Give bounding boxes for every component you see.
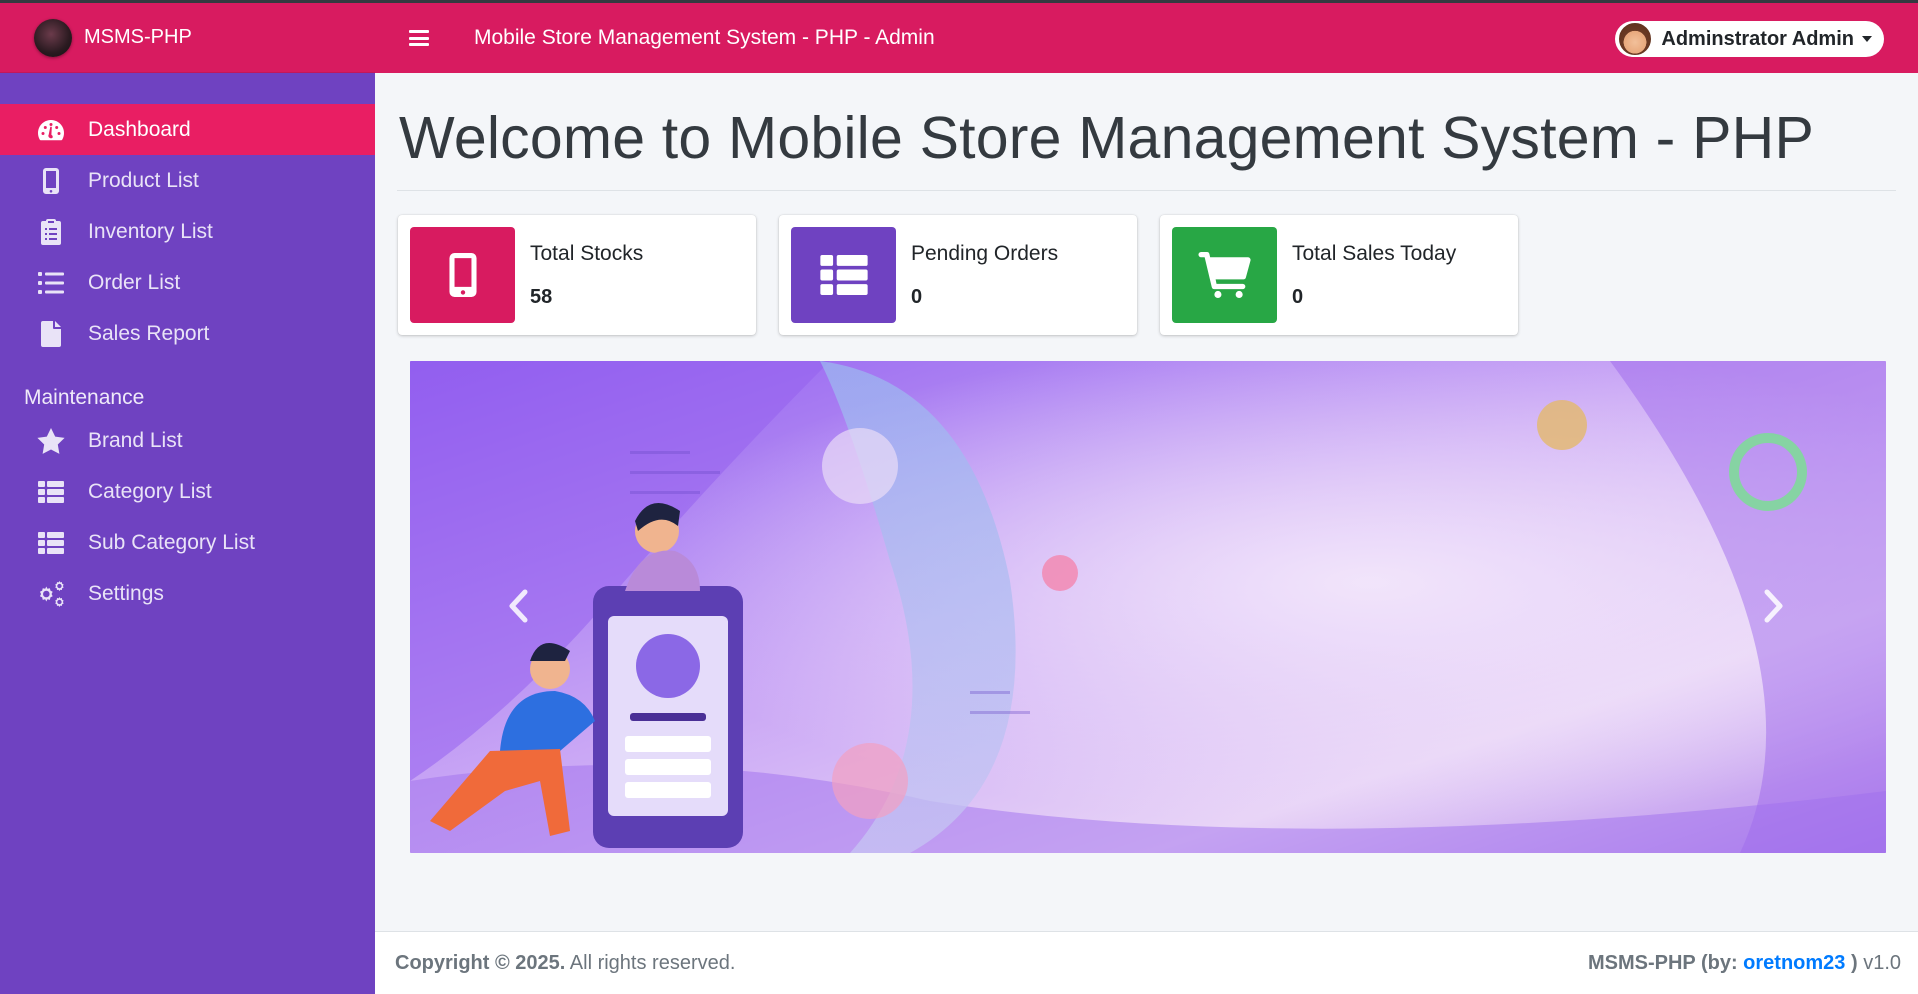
mobile-icon [36, 166, 66, 196]
info-box-value: 58 [530, 285, 553, 308]
sidebar-item-brand-list[interactable]: Brand List [0, 415, 375, 466]
th-list-icon [36, 528, 66, 558]
chevron-down-icon [1862, 36, 1872, 42]
sidebar-item-label: Sub Category List [88, 530, 255, 554]
sidebar-item-label: Brand List [88, 428, 183, 452]
sidebar-item-label: Sales Report [88, 321, 210, 345]
info-box-value: 0 [911, 285, 923, 308]
sidebar-item-label: Dashboard [88, 117, 191, 141]
sidebar-item-sales-report[interactable]: Sales Report [0, 308, 375, 359]
sidebar-item-category-list[interactable]: Category List [0, 466, 375, 517]
main-content: Welcome to Mobile Store Management Syste… [375, 73, 1918, 853]
user-avatar [1617, 21, 1654, 57]
user-menu-button[interactable]: Adminstrator Admin [1615, 21, 1884, 57]
copyright-text: Copyright © 2025. All rights reserved. [395, 952, 735, 975]
sidebar-item-label: Order List [88, 270, 181, 294]
carousel-next-button[interactable] [1754, 581, 1794, 631]
info-box-row: Total Stocks 58 Pending Orders 0 Total S… [398, 215, 1918, 335]
page-title: Welcome to Mobile Store Management Syste… [399, 105, 1815, 171]
chevron-right-icon [1764, 589, 1783, 623]
mobile-icon [410, 227, 515, 323]
sidebar-section-header: Maintenance [24, 386, 145, 409]
info-box-value: 0 [1292, 285, 1304, 308]
banner-carousel [410, 361, 1886, 853]
list-icon [36, 268, 66, 298]
author-link[interactable]: oretnom23 [1743, 952, 1845, 974]
brand-link[interactable]: MSMS-PHP [0, 3, 375, 73]
sidebar-item-order-list[interactable]: Order List [0, 257, 375, 308]
user-name: Adminstrator Admin [1661, 27, 1854, 50]
info-box-label: Total Sales Today [1292, 241, 1457, 265]
sidebar: MSMS-PHP Dashboard Product List Inventor… [0, 3, 375, 994]
sidebar-item-label: Inventory List [88, 219, 213, 243]
info-box-total-stocks: Total Stocks 58 [398, 215, 756, 335]
credit-suffix: ) [1845, 951, 1858, 974]
star-icon [36, 426, 66, 456]
top-navbar: Mobile Store Management System - PHP - A… [375, 3, 1918, 73]
sidebar-item-label: Category List [88, 479, 212, 503]
th-list-icon [791, 227, 896, 323]
sidebar-nav: Dashboard Product List Inventory List Or… [0, 73, 375, 619]
sidebar-item-inventory-list[interactable]: Inventory List [0, 206, 375, 257]
navbar-title: Mobile Store Management System - PHP - A… [474, 26, 935, 49]
copyright-year: Copyright © 2025. [395, 951, 566, 974]
info-box-label: Pending Orders [911, 241, 1059, 265]
sidebar-item-product-list[interactable]: Product List [0, 155, 375, 206]
carousel-prev-button[interactable] [498, 581, 538, 631]
sidebar-item-settings[interactable]: Settings [0, 568, 375, 619]
menu-toggle-icon[interactable] [409, 30, 429, 46]
chevron-left-icon [509, 589, 528, 623]
tachometer-icon [36, 115, 66, 145]
clipboard-icon [36, 217, 66, 247]
info-box-total-sales-today: Total Sales Today 0 [1160, 215, 1518, 335]
brand-logo [34, 18, 72, 57]
rights-text: All rights reserved. [565, 951, 736, 974]
sidebar-item-label: Settings [88, 581, 164, 605]
page-footer: Copyright © 2025. All rights reserved. M… [375, 931, 1918, 994]
info-box-pending-orders: Pending Orders 0 [779, 215, 1137, 335]
title-divider [397, 190, 1896, 191]
credit-text: MSMS-PHP (by: oretnom23 ) v1.0 [1588, 952, 1901, 975]
sidebar-item-sub-category-list[interactable]: Sub Category List [0, 517, 375, 568]
cogs-icon [36, 579, 66, 609]
banner-illustration [410, 361, 1886, 853]
brand-text: MSMS-PHP [84, 26, 192, 48]
th-list-icon [36, 477, 66, 507]
sidebar-item-label: Product List [88, 168, 199, 192]
shopping-cart-icon [1172, 227, 1277, 323]
info-box-label: Total Stocks [530, 241, 644, 265]
version-text: v1.0 [1857, 951, 1901, 974]
file-icon [36, 319, 66, 349]
sidebar-item-dashboard[interactable]: Dashboard [0, 104, 375, 155]
credit-prefix: MSMS-PHP (by: [1587, 951, 1744, 974]
